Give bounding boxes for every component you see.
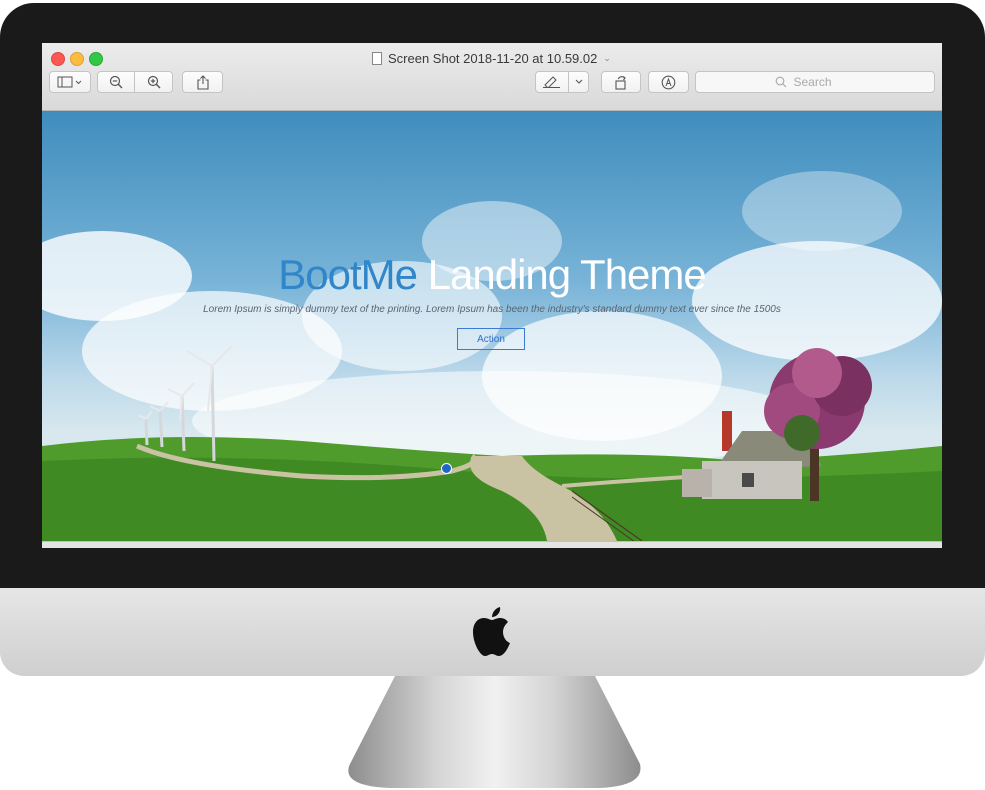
rotate-icon — [615, 75, 626, 90]
markup-control — [535, 71, 589, 93]
zoom-control — [97, 71, 173, 93]
landscape-illustration — [42, 345, 942, 541]
preview-window: Screen Shot 2018-11-20 at 10.59.02 ⌄ Sea… — [42, 43, 942, 548]
share-button[interactable] — [182, 71, 223, 93]
chevron-down-icon — [575, 79, 582, 84]
hero-subtitle: Lorem Ipsum is simply dummy text of the … — [203, 304, 781, 315]
window-bottom-edge — [42, 541, 942, 548]
apple-logo-icon — [473, 607, 510, 656]
markup-button[interactable] — [535, 71, 569, 93]
minimize-button[interactable] — [70, 52, 84, 66]
markup-pen-icon — [543, 76, 560, 88]
rotate-button[interactable] — [601, 71, 641, 93]
document-canvas: BootMe Landing Theme Lorem Ipsum is simp… — [42, 111, 942, 541]
window-title-area[interactable]: Screen Shot 2018-11-20 at 10.59.02 ⌄ — [372, 49, 611, 67]
action-button[interactable]: Action — [457, 328, 525, 350]
sidebar-icon — [57, 76, 82, 88]
document-icon — [372, 51, 382, 65]
zoom-in-button[interactable] — [135, 71, 173, 93]
zoom-out-icon — [109, 75, 123, 89]
annotate-icon — [661, 75, 676, 89]
title-bar: Screen Shot 2018-11-20 at 10.59.02 ⌄ — [42, 43, 942, 111]
hero-title-brand: BootMe — [278, 251, 418, 298]
title-chevron-icon: ⌄ — [603, 52, 611, 63]
cursor-marker — [441, 463, 452, 474]
sidebar-toggle-button[interactable] — [49, 71, 91, 93]
search-field[interactable] — [695, 71, 935, 93]
imac-stand — [348, 676, 641, 788]
search-icon — [775, 76, 786, 88]
search-input[interactable] — [791, 74, 856, 90]
markup-menu-button[interactable] — [569, 71, 589, 93]
hero-title: BootMe Landing Theme — [42, 251, 942, 299]
annotate-button[interactable] — [648, 71, 689, 93]
zoom-in-icon — [147, 75, 160, 89]
zoom-out-button[interactable] — [97, 71, 135, 93]
hero-title-rest: Landing Theme — [416, 251, 707, 298]
maximize-button[interactable] — [89, 52, 103, 66]
share-icon — [196, 74, 209, 90]
window-title: Screen Shot 2018-11-20 at 10.59.02 — [388, 50, 598, 66]
close-button[interactable] — [51, 52, 65, 66]
